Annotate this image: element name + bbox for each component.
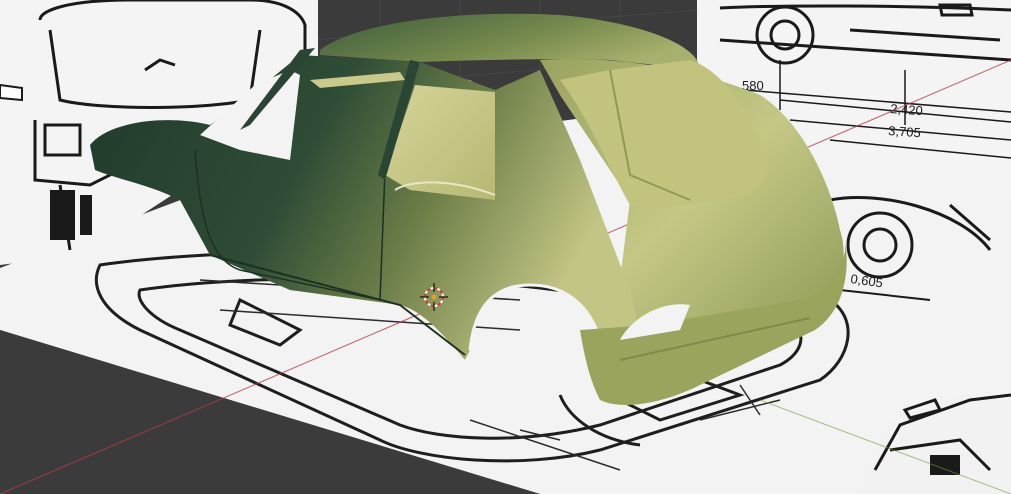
length-label: 3,705 [888, 123, 922, 140]
3d-viewport[interactable]: 580 2,420 3,705 0,605 [0, 0, 1011, 494]
viewport-canvas[interactable]: 580 2,420 3,705 0,605 [0, 0, 1011, 494]
